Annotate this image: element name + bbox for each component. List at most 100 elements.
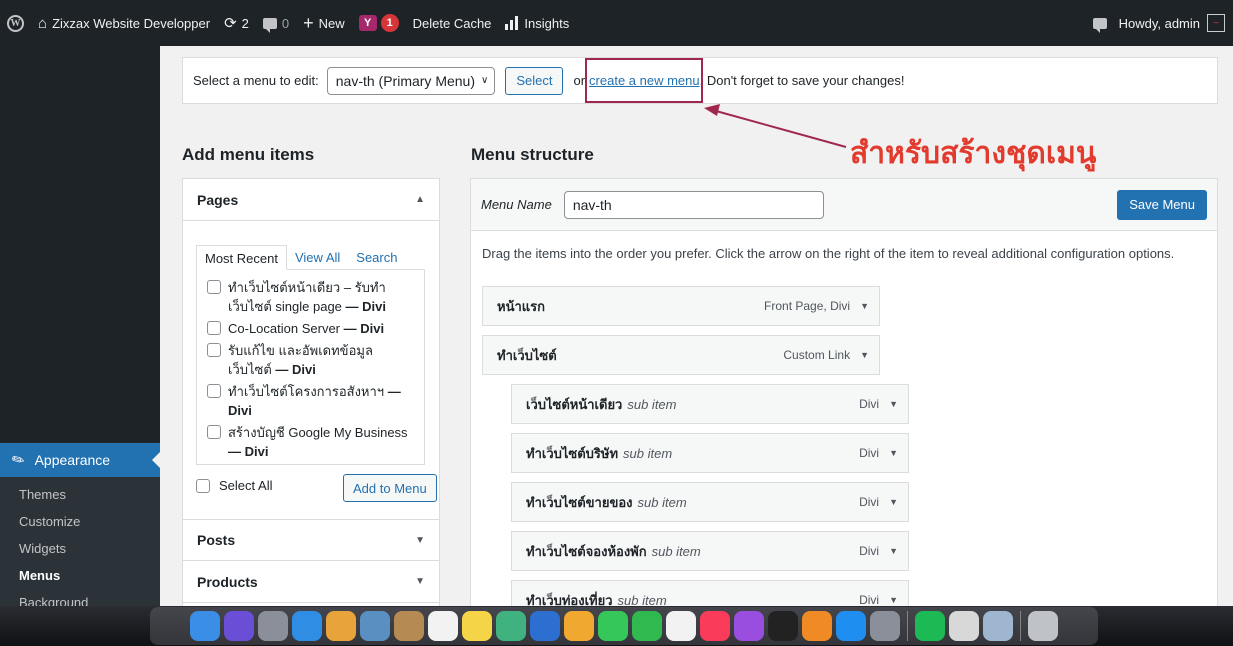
expand-arrow-icon[interactable]: ▼ [889, 399, 898, 409]
select-menu-button[interactable]: Select [505, 66, 564, 95]
expand-arrow-icon[interactable]: ▼ [889, 448, 898, 458]
expand-arrow-icon[interactable]: ▼ [860, 350, 869, 360]
submenu-themes[interactable]: Themes [0, 483, 160, 510]
yoast-menu[interactable]: Y 1 [352, 0, 406, 46]
expand-arrow-icon[interactable]: ▼ [889, 497, 898, 507]
insights-label: Insights [524, 15, 570, 31]
comments-link[interactable]: 0 [256, 0, 296, 46]
podcasts-icon[interactable] [734, 611, 764, 641]
menu-item[interactable]: เว็บไซต์หน้าเดียว sub item Divi ▼ [511, 384, 909, 424]
add-to-menu-button[interactable]: Add to Menu [343, 474, 437, 502]
siri-icon[interactable] [224, 611, 254, 641]
select-all-checkbox[interactable] [196, 478, 210, 493]
expand-arrow-icon[interactable]: ▼ [889, 595, 898, 605]
submenu-widgets[interactable]: Widgets [0, 537, 160, 564]
reminders-icon[interactable] [666, 611, 696, 641]
insights-bars-icon [505, 16, 519, 30]
pages-checklist: ทำเว็บไซต์หน้าเดียว – รับทำเว็บไซต์ sing… [196, 269, 425, 465]
caret-down-icon: ▼ [415, 576, 425, 587]
site-name: Zixzax Website Developper [52, 15, 211, 31]
admin-bar: W ⌂ Zixzax Website Developper ⟳ 2 0 + Ne… [0, 0, 1233, 46]
system-preferences-icon[interactable] [870, 611, 900, 641]
sourcetree-icon[interactable] [530, 611, 560, 641]
page-checkbox[interactable] [207, 321, 221, 335]
music-icon[interactable] [700, 611, 730, 641]
menu-item[interactable]: ทำเว็บไซต์ขายของ sub item Divi ▼ [511, 482, 909, 522]
menu-select-dropdown[interactable]: nav-th (Primary Menu) ∨ [326, 66, 496, 95]
admin-sidebar: ✎ Appearance Themes Customize Widgets Me… [0, 46, 160, 609]
tab-search[interactable]: Search [348, 245, 405, 270]
menu-item[interactable]: ทำเว็บไซต์ Custom Link ▼ [482, 335, 880, 375]
expand-arrow-icon[interactable]: ▼ [889, 546, 898, 556]
menu-item[interactable]: ทำเว็บไซต์จองห้องพัก sub item Divi ▼ [511, 531, 909, 571]
finder-icon[interactable] [190, 611, 220, 641]
expand-arrow-icon[interactable]: ▼ [860, 301, 869, 311]
finder-window-icon[interactable] [983, 611, 1013, 641]
menu-item[interactable]: หน้าแรก Front Page, Divi ▼ [482, 286, 880, 326]
create-new-menu-link[interactable]: create a new menu [589, 73, 700, 88]
safari-icon[interactable] [292, 611, 322, 641]
menu-item-sub-label: sub item [623, 445, 673, 461]
chrome-icon[interactable] [326, 611, 356, 641]
delete-cache-label: Delete Cache [412, 15, 492, 31]
tab-most-recent[interactable]: Most Recent [196, 245, 287, 270]
preview-icon[interactable] [360, 611, 390, 641]
menu-item-type: Divi [859, 495, 880, 509]
pages-section-toggle[interactable]: Pages ▲ [183, 179, 439, 221]
pages-tabs: Most Recent View All Search [196, 245, 405, 270]
select-all-label: Select All [219, 478, 273, 493]
menu-item-title: ทำเว็บไซต์บริษัท [526, 445, 619, 461]
save-menu-button[interactable]: Save Menu [1117, 189, 1207, 220]
products-section-toggle[interactable]: Products ▼ [183, 561, 439, 603]
list-item: Co-Location Server — Divi [207, 319, 414, 338]
launchpad-icon[interactable] [258, 611, 288, 641]
menu-item-type: Custom Link [783, 348, 851, 362]
tab-view-all[interactable]: View All [287, 245, 348, 270]
page-checkbox[interactable] [207, 280, 221, 294]
contacts-icon[interactable] [394, 611, 424, 641]
trash-icon[interactable] [1028, 611, 1058, 641]
menu-item[interactable]: ทำเว็บไซต์บริษัท sub item Divi ▼ [511, 433, 909, 473]
sidebar-item-appearance[interactable]: ✎ Appearance [0, 443, 160, 477]
select-all-control[interactable]: Select All [196, 478, 272, 493]
spotify-icon[interactable] [915, 611, 945, 641]
new-content-link[interactable]: + New [296, 0, 352, 46]
screenshot-icon[interactable] [949, 611, 979, 641]
add-menu-items-accordion: Pages ▲ Most Recent View All Search ทำเว… [182, 178, 440, 608]
messages-icon[interactable] [598, 611, 628, 641]
updates-count: 2 [241, 15, 249, 31]
refresh-icon: ⟳ [224, 15, 237, 32]
delete-cache-link[interactable]: Delete Cache [406, 0, 499, 46]
page-checkbox[interactable] [207, 425, 221, 439]
manage-menus-box: Select a menu to edit: nav-th (Primary M… [182, 57, 1218, 104]
appstore-icon[interactable] [836, 611, 866, 641]
annotation-text: สำหรับสร้างชุดเมนู [850, 136, 1097, 171]
yoast-notification-badge: 1 [380, 14, 399, 32]
page-checkbox[interactable] [207, 343, 221, 357]
menu-name-input[interactable]: nav-th [563, 190, 824, 219]
dock-separator [1020, 611, 1021, 641]
notes-icon[interactable] [462, 611, 492, 641]
menu-item-sub-label: sub item [637, 494, 687, 510]
my-account-menu[interactable]: Howdy, admin ~ [1119, 0, 1225, 46]
notes-link[interactable] [1086, 0, 1119, 46]
drag-instructions: Drag the items into the order you prefer… [482, 246, 1175, 261]
calendar-icon[interactable] [428, 611, 458, 641]
page-suffix: — Divi [228, 444, 269, 459]
atom-icon[interactable] [496, 611, 526, 641]
site-name-link[interactable]: ⌂ Zixzax Website Developper [31, 0, 217, 46]
facetime-icon[interactable] [632, 611, 662, 641]
appearance-submenu: Themes Customize Widgets Menus Backgroun… [0, 477, 160, 609]
submenu-customize[interactable]: Customize [0, 510, 160, 537]
photos-icon[interactable] [564, 611, 594, 641]
insights-link[interactable]: Insights [498, 0, 576, 46]
appletv-icon[interactable] [768, 611, 798, 641]
books-icon[interactable] [802, 611, 832, 641]
wordpress-logo-menu[interactable]: W [0, 0, 31, 46]
updates-link[interactable]: ⟳ 2 [217, 0, 256, 46]
menu-item-type: Front Page, Divi [764, 299, 851, 313]
chevron-down-icon: ∨ [481, 75, 489, 86]
page-checkbox[interactable] [207, 384, 221, 398]
posts-section-toggle[interactable]: Posts ▼ [183, 519, 439, 561]
submenu-menus[interactable]: Menus [0, 564, 160, 591]
